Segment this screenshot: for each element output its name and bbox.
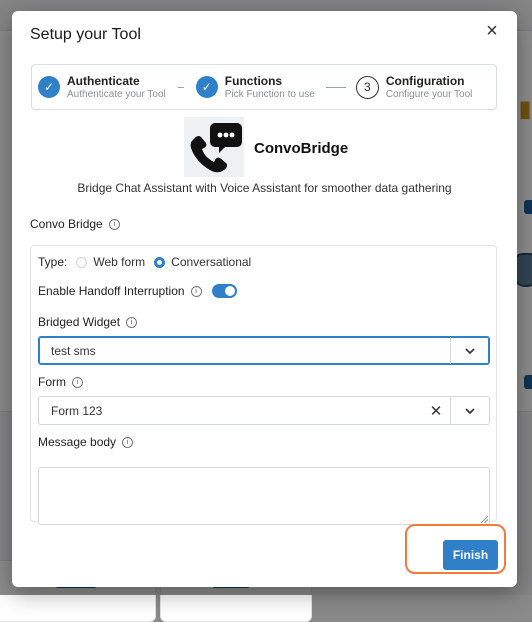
app-logo: [184, 117, 244, 177]
finish-button[interactable]: Finish: [443, 540, 498, 570]
app-description: Bridge Chat Assistant with Voice Assista…: [77, 181, 452, 195]
convo-bridge-form: Type: Web form Conversational Enable Han…: [30, 245, 497, 525]
step-subtitle: Configure your Tool: [385, 88, 473, 100]
info-icon[interactable]: i: [72, 376, 83, 388]
form-label: Form: [38, 375, 66, 389]
info-icon[interactable]: i: [108, 218, 120, 230]
radio-conversational-label[interactable]: Conversational: [171, 255, 251, 269]
phone-chat-icon: [190, 123, 242, 173]
bridged-widget-label-row: Bridged Widget i: [38, 315, 138, 329]
step-subtitle: Authenticate your Tool: [67, 88, 166, 100]
radio-conversational[interactable]: [154, 256, 166, 268]
info-icon[interactable]: i: [122, 436, 134, 448]
check-icon: ✓: [195, 76, 218, 98]
bridged-widget-label: Bridged Widget: [38, 315, 121, 329]
step-title: Authenticate: [67, 73, 140, 88]
step-connector: [325, 86, 346, 88]
step-title: Configuration: [385, 73, 465, 88]
bridged-widget-select[interactable]: test sms: [38, 336, 490, 365]
message-body-textarea[interactable]: [38, 467, 490, 525]
bridged-widget-value[interactable]: test sms: [39, 344, 450, 358]
close-icon[interactable]: ×: [481, 21, 503, 43]
step-functions[interactable]: ✓ Functions Pick Function to use: [195, 73, 315, 101]
handoff-label: Enable Handoff Interruption: [38, 284, 185, 298]
form-label-row: Form i: [38, 375, 83, 389]
step-authenticate[interactable]: ✓ Authenticate Authenticate your Tool: [32, 74, 166, 101]
resize-grip[interactable]: [481, 516, 488, 523]
step-title: Functions: [224, 73, 283, 88]
step-subtitle: Pick Function to use: [224, 88, 315, 100]
setup-stepper: ✓ Authenticate Authenticate your Tool ✓ …: [31, 64, 497, 110]
form-select[interactable]: Form 123 ✕: [38, 396, 490, 425]
check-icon: ✓: [38, 76, 60, 98]
message-body-label-row: Message body i: [38, 435, 134, 449]
step-connector: [177, 86, 184, 88]
section-label-text: Convo Bridge: [30, 217, 103, 231]
radio-web-form[interactable]: [76, 256, 88, 268]
form-select-value[interactable]: Form 123: [39, 404, 422, 418]
info-icon[interactable]: i: [126, 316, 138, 328]
handoff-row: Enable Handoff Interruption i: [38, 284, 237, 298]
info-icon[interactable]: i: [190, 285, 202, 297]
modal-title: Setup your Tool: [30, 26, 141, 43]
chevron-down-icon[interactable]: [450, 337, 489, 364]
radio-web-form-label[interactable]: Web form: [93, 255, 145, 269]
step-configuration[interactable]: 3 Configuration Configure your Tool: [355, 73, 473, 101]
message-body-label: Message body: [38, 435, 117, 449]
setup-tool-modal: Setup your Tool × ✓ Authenticate Authent…: [12, 11, 517, 587]
chevron-down-icon[interactable]: [450, 397, 489, 424]
section-label: Convo Bridge i: [30, 217, 120, 231]
type-label: Type:: [38, 255, 68, 269]
step-number-badge: 3: [355, 75, 379, 99]
handoff-toggle[interactable]: [211, 284, 237, 298]
clear-icon[interactable]: ✕: [422, 402, 450, 420]
type-row: Type: Web form Conversational: [38, 255, 260, 269]
app-name: ConvoBridge: [254, 140, 349, 157]
